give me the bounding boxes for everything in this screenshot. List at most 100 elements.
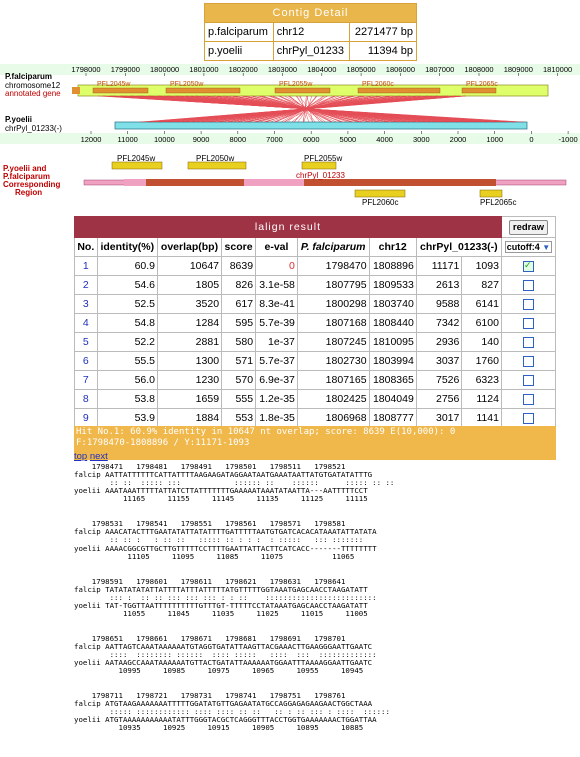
top-axis-label: 1810000 — [543, 65, 572, 74]
hit-number-link[interactable]: 9 — [83, 412, 89, 424]
cutoff-select[interactable]: cutoff:4 ▼ — [504, 241, 553, 253]
py-species-label: P.yoelii — [5, 115, 32, 124]
row-checkbox[interactable] — [522, 298, 534, 310]
pf-start-value: 1807165 — [296, 370, 370, 390]
overlap-value: 1284 — [156, 313, 223, 333]
eval-value: 0 — [255, 256, 298, 276]
overlap-value: 1659 — [156, 389, 223, 409]
identity-value: 56.0 — [96, 370, 159, 390]
score-value: 570 — [221, 370, 257, 390]
alignment-text: 1798471 1798481 1798491 1798501 1798511 … — [74, 463, 574, 755]
pf-end-value: 1808365 — [368, 370, 417, 390]
corr-gene-label: PFL2065c — [480, 198, 517, 207]
py-start-value: 9588 — [415, 294, 463, 314]
pf-end-value: 1808896 — [368, 256, 417, 276]
col-eval: e-val — [255, 237, 298, 257]
row-checkbox[interactable] — [522, 355, 534, 367]
score-value: 826 — [221, 275, 257, 295]
py-start-value: 11171 — [415, 256, 463, 276]
score-value: 580 — [221, 332, 257, 352]
bottom-axis-label: 10000 — [154, 135, 175, 144]
pf-species-label: P.falciparum — [5, 72, 52, 81]
bottom-axis-label: 1000 — [486, 135, 503, 144]
py-start-value: 2756 — [415, 389, 463, 409]
lalign-row: 3 52.5 3520 617 8.3e-41 1800298 1803740 9588 614… — [74, 294, 557, 314]
top-axis-label: 1800000 — [150, 65, 179, 74]
py-end-value: 827 — [461, 275, 502, 295]
corr-gene-label: PFL2055w — [304, 154, 343, 163]
gene-arrow — [274, 87, 331, 94]
py-end-value: 6323 — [461, 370, 502, 390]
pf-start-value: 1802425 — [296, 389, 370, 409]
hit-number-link[interactable]: 2 — [83, 279, 89, 291]
score-value: 595 — [221, 313, 257, 333]
pf-start-value: 1807168 — [296, 313, 370, 333]
alignment-block: 1798591 1798601 1798611 1798621 1798631 … — [74, 577, 574, 618]
lalign-row: 5 52.2 2881 580 1e-37 1807245 1810095 2936 140 — [74, 332, 557, 352]
bottom-axis-label: 0 — [529, 135, 533, 144]
hit-number-link[interactable]: 1 — [83, 260, 89, 272]
row-checkbox[interactable] — [522, 393, 534, 405]
gene-label: PFL2060c — [362, 81, 394, 88]
top-axis-label: 1798000 — [71, 65, 100, 74]
score-value: 555 — [221, 389, 257, 409]
py-start-value: 7526 — [415, 370, 463, 390]
hit-number-link[interactable]: 7 — [83, 374, 89, 386]
pf-end-value: 1808440 — [368, 313, 417, 333]
lalign-row: 2 54.6 1805 826 3.1e-58 1807795 1809533 2613 827 — [74, 275, 557, 295]
row-checkbox[interactable] — [522, 279, 534, 291]
identity-value: 54.6 — [96, 275, 159, 295]
overlap-value: 1805 — [156, 275, 223, 295]
col-pf: P. falciparum — [296, 237, 370, 257]
row-checkbox[interactable] — [522, 412, 534, 424]
pf-end-value: 1803994 — [368, 351, 417, 371]
row-checkbox[interactable] — [522, 260, 534, 272]
lalign-row: 7 56.0 1230 570 6.9e-37 1807165 1808365 7526 632… — [74, 370, 557, 390]
hit-number-link[interactable]: 4 — [83, 317, 89, 329]
lalign-header-row: No. identity(%) overlap(bp) score e-val … — [74, 237, 557, 257]
hit-number-link[interactable]: 8 — [83, 393, 89, 405]
py-end-value: 1760 — [461, 351, 502, 371]
overlap-value: 1230 — [156, 370, 223, 390]
hit-number-link[interactable]: 3 — [83, 298, 89, 310]
pf-end-value: 1810095 — [368, 332, 417, 352]
eval-value: 6.9e-37 — [255, 370, 298, 390]
gene-label: PFL2045w — [97, 81, 131, 88]
top-axis-label: 1806000 — [386, 65, 415, 74]
top-axis-label: 1804000 — [307, 65, 336, 74]
corr-contig-label: chrPyl_01233 — [296, 171, 345, 180]
overlap-value: 1884 — [156, 408, 223, 428]
contig-name: chr12 — [272, 22, 351, 42]
bottom-axis-label: 6000 — [303, 135, 320, 144]
hit-number-link[interactable]: 5 — [83, 336, 89, 348]
next-link[interactable]: next — [90, 451, 108, 462]
py-start-value: 3037 — [415, 351, 463, 371]
py-end-value: 1124 — [461, 389, 502, 409]
score-value: 571 — [221, 351, 257, 371]
alignment-block: 1798471 1798481 1798491 1798501 1798511 … — [74, 463, 574, 503]
bottom-axis-label: 4000 — [376, 135, 393, 144]
py-start-value: 7342 — [415, 313, 463, 333]
top-axis-label: 1808000 — [464, 65, 493, 74]
row-checkbox[interactable] — [522, 317, 534, 329]
hit-info-panel: Hit No.1: 60.9% identity in 10647 nt ove… — [74, 426, 556, 460]
row-checkbox[interactable] — [522, 374, 534, 386]
col-identity: identity(%) — [96, 237, 159, 257]
top-axis-label: 1809000 — [504, 65, 533, 74]
hit-number-link[interactable]: 6 — [83, 355, 89, 367]
top-link[interactable]: top — [74, 451, 87, 462]
contig-row: p.falciparum chr12 2271477 bp — [204, 22, 417, 42]
lalign-row: 6 55.5 1300 571 5.7e-37 1802730 1803994 3037 176… — [74, 351, 557, 371]
contig-length: 2271477 bp — [349, 22, 417, 42]
pf-start-value: 1800298 — [296, 294, 370, 314]
pf-end-value: 1803740 — [368, 294, 417, 314]
redraw-button[interactable]: redraw — [508, 219, 549, 235]
py-start-value: 3017 — [415, 408, 463, 428]
top-axis-label: 1801000 — [189, 65, 218, 74]
score-value: 553 — [221, 408, 257, 428]
py-end-value: 6141 — [461, 294, 502, 314]
eval-value: 1.2e-35 — [255, 389, 298, 409]
row-checkbox[interactable] — [522, 336, 534, 348]
corr-gene-label: PFL2050w — [196, 154, 235, 163]
lalign-row: 4 54.8 1284 595 5.7e-39 1807168 1808440 7342 610… — [74, 313, 557, 333]
